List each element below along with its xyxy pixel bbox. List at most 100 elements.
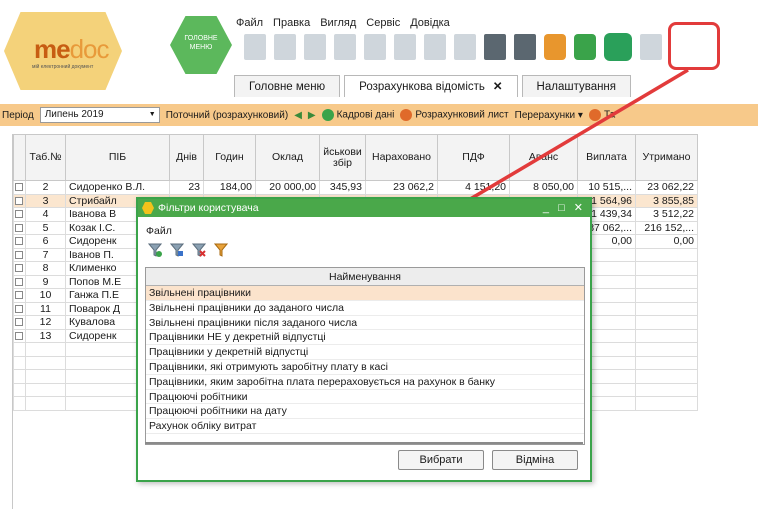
main-menu-button[interactable]: ГОЛОВНЕ МЕНЮ [170,16,232,74]
select-button[interactable]: Вибрати [398,450,484,470]
filters-list-header[interactable]: Найменування [146,268,584,286]
menu-service[interactable]: Сервіс [366,17,400,29]
empty-cell [635,369,698,384]
settings-icon[interactable] [484,34,506,60]
col-salary[interactable]: Оклад [255,134,320,181]
cell-days: 23 [169,180,204,195]
export-icon[interactable] [640,34,662,60]
col-hours[interactable]: Годин [203,134,256,181]
cell-held: 23 062,22 [635,180,698,195]
col-held[interactable]: Утримано [635,134,698,181]
row-checkbox-cell [13,301,26,316]
row-checkbox[interactable] [15,331,23,340]
filter-list-item[interactable]: Рахунок обліку витрат [146,419,584,434]
row-checkbox[interactable] [15,291,23,300]
add-row-icon[interactable] [394,34,416,60]
filter-list-item[interactable]: Працюючі робітники [146,390,584,405]
table-header-row: Таб.№ ПІБ Днів Годин Оклад йськови збір … [13,134,698,181]
col-military-tax[interactable]: йськови збір [319,134,366,181]
cell-tab: 13 [25,328,66,343]
prev-period-icon[interactable]: ◀ [294,110,302,121]
menu-view[interactable]: Вигляд [320,17,356,29]
package-icon[interactable] [544,34,566,60]
tab-payroll-sheet[interactable]: Розрахункова відомість ✕ [344,75,518,97]
window-controls[interactable]: _ □ ✕ [543,199,586,217]
tab-main-menu-label: Головне меню [249,81,326,93]
row-checkbox[interactable] [15,264,23,273]
tab-short-button[interactable]: Та [588,109,615,121]
filter-list-item[interactable]: Працівники, яким заробітна плата перерах… [146,375,584,390]
row-checkbox-cell [13,247,26,262]
col-days[interactable]: Днів [169,134,204,181]
row-checkbox[interactable] [15,277,23,286]
kadrovi-icon [321,109,334,121]
dialog-menu-file[interactable]: Файл [146,225,172,237]
row-checkbox[interactable] [15,223,23,232]
row-checkbox[interactable] [15,318,23,327]
col-name[interactable]: ПІБ [65,134,170,181]
toolbar [244,30,662,64]
filter-delete-icon[interactable] [191,243,207,257]
close-tab-icon[interactable]: ✕ [493,81,503,93]
cell-held: 3 512,22 [635,207,698,222]
filter-list-item[interactable]: Звільнені працівники [146,286,584,301]
print-icon[interactable] [514,34,536,60]
dialog-titlebar[interactable]: Фільтри користувача _ □ ✕ [138,199,590,217]
cell-pdfo: 4 151,20 [437,180,510,195]
next-period-icon[interactable]: ▶ [308,110,316,121]
col-tab-no[interactable]: Таб.№ [25,134,66,181]
cell-advance: 8 050,00 [509,180,578,195]
payslip-button[interactable]: Розрахунковий лист [400,109,509,121]
period-bar: Період Липень 2019 Поточний (розрахунков… [0,104,758,126]
new-document-icon[interactable] [244,34,266,60]
row-checkbox[interactable] [15,250,23,259]
kadrovi-button[interactable]: Кадрові дані [321,109,394,121]
row-checkbox[interactable] [15,196,23,205]
menu-help[interactable]: Довідка [410,17,450,29]
empty-cell [13,355,26,370]
col-payment[interactable]: Виплата [577,134,636,181]
filter-icon[interactable] [213,243,229,257]
cell-tab: 7 [25,247,66,262]
empty-cell [25,369,66,384]
col-pdfo[interactable]: ПДФ [437,134,510,181]
table-row[interactable]: 2 Сидоренко В.Л. 23 184,00 20 000,00 345,93 23… [13,180,698,195]
delete-document-icon[interactable] [304,34,326,60]
menu-file[interactable]: Файл [236,17,263,29]
col-accrued[interactable]: Нараховано [365,134,438,181]
row-checkbox[interactable] [15,183,23,192]
remove-row-icon[interactable] [454,34,476,60]
app-icon [142,202,154,214]
filter-edit-icon[interactable] [169,243,185,257]
filter-list-item[interactable]: Працівники у декретній відпустці [146,345,584,360]
sync-icon[interactable] [574,34,596,60]
filter-list-item[interactable]: Звільнені працівники після заданого числ… [146,316,584,331]
filter-add-icon[interactable] [147,243,163,257]
cell-tab: 2 [25,180,66,195]
tab-settings[interactable]: Налаштування [521,75,632,97]
col-advance[interactable]: Аванс [509,134,578,181]
cell-tab: 12 [25,315,66,330]
copy-document-icon[interactable] [334,34,356,60]
filter-list-item[interactable]: Працівники, які отримують заробітну плат… [146,360,584,375]
filter-list-item[interactable]: Працівники НЕ у декретній відпустці [146,330,584,346]
user-filter-icon[interactable] [604,33,632,61]
recalc-button[interactable]: Перерахунки ▾ [515,110,583,121]
recalc-label: Перерахунки [514,109,576,121]
row-checkbox-cell [13,180,26,195]
cell-mil: 345,93 [319,180,366,195]
open-document-icon[interactable] [274,34,296,60]
cell-tab: 6 [25,234,66,249]
filter-list-item[interactable]: Працюючі робітники на дату [146,404,584,420]
row-checkbox[interactable] [15,210,23,219]
edit-document-icon[interactable] [364,34,386,60]
row-checkbox[interactable] [15,304,23,313]
period-select[interactable]: Липень 2019 [39,107,160,123]
tab-main-menu[interactable]: Головне меню [234,75,341,97]
menu-edit[interactable]: Правка [273,17,310,29]
cell-held [635,274,698,289]
list-icon[interactable] [424,34,446,60]
cancel-button[interactable]: Відміна [492,450,578,470]
row-checkbox[interactable] [15,237,23,246]
filter-list-item[interactable]: Звільнені працівники до заданого числа [146,301,584,316]
